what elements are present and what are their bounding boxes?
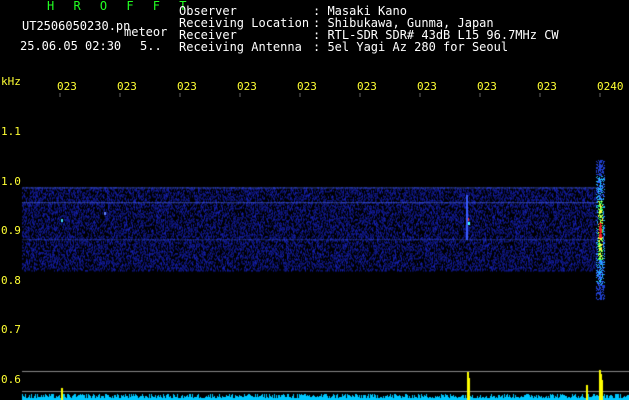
- freq-tick-label: 0.9: [1, 224, 21, 237]
- spectrogram-overlay: [59, 93, 601, 97]
- freq-tick-label: 0.6: [1, 373, 21, 386]
- time-label: 023: [177, 80, 197, 93]
- filename-suffix: meteor: [124, 25, 168, 39]
- freq-tick-label: 1.1: [1, 125, 21, 138]
- header-field-antenna-label: Receiving Antenna: [179, 40, 302, 54]
- time-label: 023: [297, 80, 317, 93]
- time-label: 023: [357, 80, 377, 93]
- freq-unit-label: kHz: [1, 75, 21, 88]
- time-label: 023: [417, 80, 437, 93]
- freq-tick-label: 0.8: [1, 274, 21, 287]
- filename: UT2506050230.pn: [22, 19, 131, 33]
- time-label: 023: [477, 80, 497, 93]
- time-label: 0240: [597, 80, 624, 93]
- time-label: 023: [57, 80, 77, 93]
- header-field-antenna-value: : 5el Yagi Az 280 for Seoul: [313, 40, 509, 54]
- freq-tick-label: 1.0: [1, 175, 21, 188]
- datetime-suffix: 5..: [140, 39, 162, 53]
- app-title: H R O F F T: [47, 0, 193, 13]
- time-label: 023: [237, 80, 257, 93]
- filename-label: UT2506050230.pn: [22, 20, 130, 32]
- time-label: 023: [537, 80, 557, 93]
- freq-tick-label: 0.7: [1, 323, 21, 336]
- time-label: 023: [117, 80, 137, 93]
- datetime-label: 25.06.05 02:30: [20, 39, 122, 53]
